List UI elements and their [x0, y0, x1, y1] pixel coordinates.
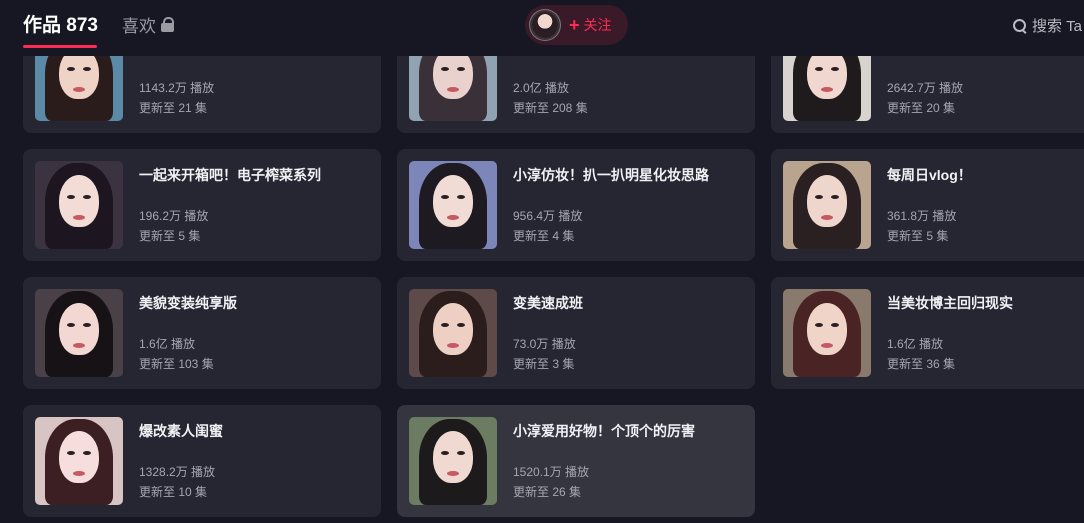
tab-likes-label: 喜欢 [122, 17, 156, 36]
episode-count: 更新至 36 集 [887, 357, 956, 371]
collection-cover-image [783, 289, 871, 377]
collection-card[interactable]: 每周日vlog！ 361.8万 播放 更新至 5 集 [771, 149, 1084, 261]
play-count: 73.0万 播放 [513, 337, 576, 351]
lock-icon [161, 17, 174, 32]
collection-cover-image [35, 289, 123, 377]
collection-card[interactable]: 爆改素人闺蜜 1328.2万 播放 更新至 10 集 [23, 405, 381, 517]
episode-count: 更新至 20 集 [887, 101, 956, 115]
collection-cover-image [409, 161, 497, 249]
follow-button[interactable]: + 关注 [525, 5, 628, 45]
episode-count: 更新至 21 集 [139, 101, 208, 115]
episode-count: 更新至 3 集 [513, 357, 575, 371]
collection-cover-image [35, 161, 123, 249]
collection-title: 当美妆博主回归现实 [887, 295, 1013, 311]
follow-label: 关注 [583, 17, 612, 33]
play-count: 1328.2万 播放 [139, 465, 216, 479]
episode-count: 更新至 26 集 [513, 485, 582, 499]
plus-icon: + [569, 15, 580, 35]
play-count: 1.6亿 播放 [887, 337, 944, 351]
play-count: 956.4万 播放 [513, 209, 583, 223]
collection-card[interactable]: 小淳爱用好物！个顶个的厉害 1520.1万 播放 更新至 26 集 [397, 405, 755, 517]
collection-title: 每周日vlog！ [887, 167, 972, 183]
tab-works[interactable]: 作品 873 [23, 10, 98, 37]
works-grid: 1143.2万 播放 更新至 21 集 2.0亿 播放更新至 208 集 2642.7… [0, 0, 1084, 523]
play-count: 2.0亿 播放 [513, 81, 570, 95]
play-count: 1.6亿 播放 [139, 337, 196, 351]
collection-card[interactable]: 一起来开箱吧！电子榨菜系列 196.2万 播放 更新至 5 集 [23, 149, 381, 261]
collection-card[interactable]: 当美妆博主回归现实 1.6亿 播放 更新至 36 集 [771, 277, 1084, 389]
episode-count: 更新至 4 集 [513, 229, 575, 243]
collection-cover-image [35, 417, 123, 505]
collection-card[interactable]: 小淳仿妆！扒一扒明星化妆思路 956.4万 播放 更新至 4 集 [397, 149, 755, 261]
play-count: 1143.2万 播放 [139, 81, 215, 95]
collection-cover-image [409, 289, 497, 377]
collection-cover-image [409, 417, 497, 505]
episode-count: 更新至 10 集 [139, 485, 208, 499]
search-button[interactable]: 搜索 Ta [1013, 15, 1082, 36]
collection-cover-image [783, 161, 871, 249]
play-count: 2642.7万 播放 [887, 81, 964, 95]
episode-count: 更新至 5 集 [887, 229, 949, 243]
collection-title: 小淳爱用好物！个顶个的厉害 [513, 423, 695, 439]
collection-card[interactable]: 美貌变装纯享版 1.6亿 播放更新至 103 集 [23, 277, 381, 389]
collection-card[interactable]: 变美速成班 73.0万 播放 更新至 3 集 [397, 277, 755, 389]
collection-title: 变美速成班 [513, 295, 583, 311]
episode-count: 更新至 5 集 [139, 229, 201, 243]
episode-count: 更新至 208 集 [513, 101, 588, 115]
collection-title: 一起来开箱吧！电子榨菜系列 [139, 167, 321, 183]
search-label: 搜索 Ta [1032, 18, 1083, 35]
collection-title: 爆改素人闺蜜 [139, 423, 223, 439]
play-count: 196.2万 播放 [139, 209, 209, 223]
episode-count: 更新至 103 集 [139, 357, 214, 371]
play-count: 1520.1万 播放 [513, 465, 590, 479]
play-count: 361.8万 播放 [887, 209, 957, 223]
tab-likes[interactable]: 喜欢 [122, 12, 174, 37]
active-tab-indicator [23, 45, 97, 48]
collection-title: 美貌变装纯享版 [139, 295, 237, 311]
search-icon [1013, 19, 1027, 34]
collection-title: 小淳仿妆！扒一扒明星化妆思路 [513, 167, 709, 183]
avatar [529, 9, 561, 41]
profile-tabs-header: 作品 873 喜欢 + 关注 搜索 Ta [0, 0, 1084, 56]
